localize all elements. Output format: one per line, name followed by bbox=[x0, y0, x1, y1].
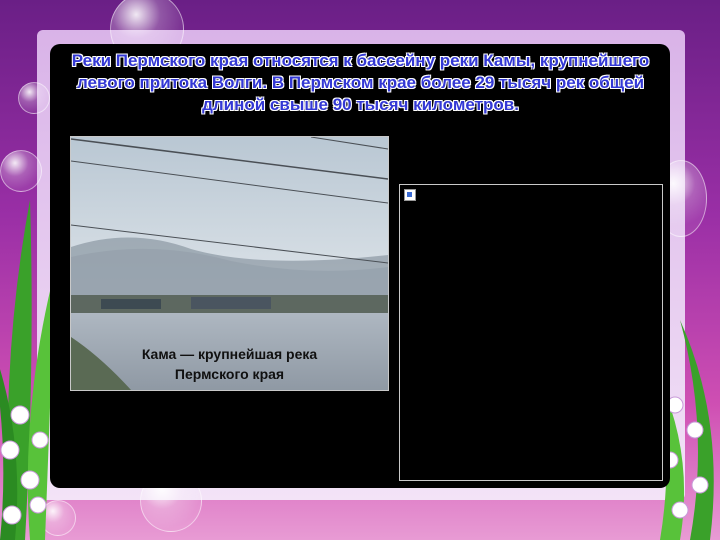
photo-caption-line-2: Пермского края bbox=[174, 366, 285, 382]
image-placeholder-box bbox=[399, 184, 663, 481]
photo-caption-line-1: Кама — крупнейшая река bbox=[141, 346, 318, 362]
broken-image-icon bbox=[404, 189, 416, 201]
photo-caption: Кама — крупнейшая река Пермского края bbox=[71, 344, 388, 384]
kama-river-photo: Кама — крупнейшая река Пермского края bbox=[70, 136, 389, 391]
slide-title: Реки Пермского края относятся к бассейну… bbox=[71, 51, 650, 114]
